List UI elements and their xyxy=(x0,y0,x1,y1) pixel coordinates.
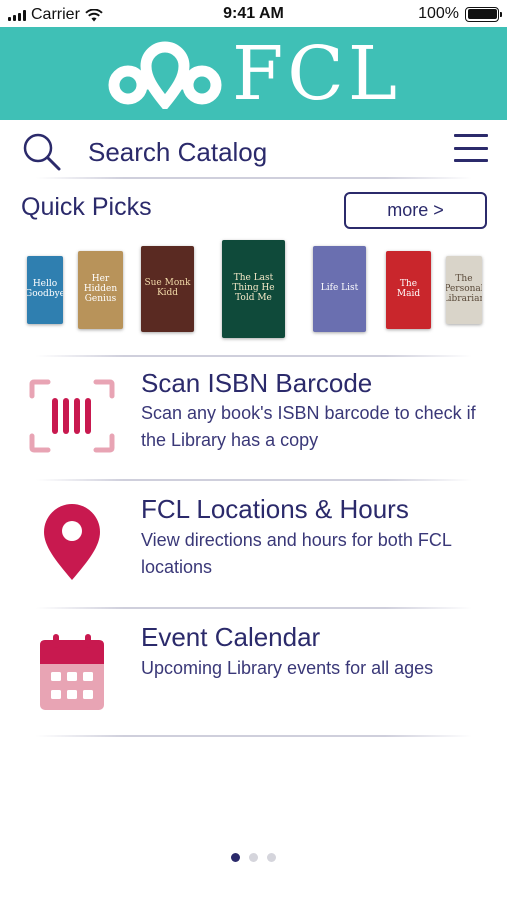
book-cover[interactable]: Hello Goodbye xyxy=(27,256,63,324)
search-icon[interactable] xyxy=(22,132,62,172)
feature-description: Scan any book's ISBN barcode to check if… xyxy=(141,403,476,450)
book-cover[interactable]: Sue Monk Kidd xyxy=(141,246,194,332)
battery-icon xyxy=(465,6,502,22)
map-pin-icon xyxy=(26,496,118,588)
feature-title: Scan ISBN Barcode xyxy=(141,368,373,398)
battery-percent: 100% xyxy=(418,5,459,22)
page-dot[interactable] xyxy=(231,853,240,862)
logo-text: FCL xyxy=(231,30,402,117)
book-title: The Maid xyxy=(396,279,421,299)
status-right: 100% xyxy=(418,5,502,23)
feature-title: FCL Locations & Hours xyxy=(141,494,409,524)
divider xyxy=(36,479,472,481)
feature-description: Upcoming Library events for all ages xyxy=(141,658,434,678)
book-cover[interactable]: The Personal Librarian xyxy=(446,256,482,324)
menu-icon[interactable] xyxy=(454,134,488,162)
barcode-scan-icon xyxy=(26,370,118,462)
book-cover[interactable]: Her Hidden Genius xyxy=(78,251,123,329)
divider xyxy=(36,177,472,179)
book-cover[interactable]: The Maid xyxy=(386,251,431,329)
book-cover[interactable]: Life List xyxy=(313,246,366,332)
search-input[interactable] xyxy=(88,136,418,168)
app-header: FCL xyxy=(0,27,507,120)
feature-title: Event Calendar xyxy=(141,622,321,652)
search-bar xyxy=(22,126,488,178)
book-cover[interactable]: The Last Thing He Told Me xyxy=(222,240,285,338)
calendar-icon xyxy=(26,626,118,718)
more-button[interactable]: more > xyxy=(344,192,487,229)
scan-isbn-row[interactable]: Scan ISBN Barcode Scan any book's ISBN b… xyxy=(0,364,507,484)
locations-hours-row[interactable]: FCL Locations & Hours View directions an… xyxy=(0,492,507,612)
logo-pins-icon xyxy=(108,41,222,109)
book-title: The Last Thing He Told Me xyxy=(232,273,275,303)
page-dot[interactable] xyxy=(249,853,258,862)
page-dot[interactable] xyxy=(267,853,276,862)
divider xyxy=(36,607,472,609)
book-title: Hello Goodbye xyxy=(27,279,63,299)
event-calendar-row[interactable]: Event Calendar Upcoming Library events f… xyxy=(0,620,507,740)
battery-fill xyxy=(467,9,497,19)
page-indicator[interactable] xyxy=(0,853,507,862)
book-title: Sue Monk Kidd xyxy=(144,278,191,298)
book-title: Life List xyxy=(320,283,359,294)
book-title: The Personal Librarian xyxy=(446,274,482,304)
status-bar: Carrier 9:41 AM 100% xyxy=(0,0,507,27)
divider xyxy=(36,355,472,357)
feature-description: View directions and hours for both FCL l… xyxy=(141,530,452,577)
book-title: Her Hidden Genius xyxy=(83,274,118,304)
divider xyxy=(36,735,472,737)
quick-picks-title: Quick Picks xyxy=(21,193,152,221)
fcl-logo: FCL xyxy=(106,37,401,111)
